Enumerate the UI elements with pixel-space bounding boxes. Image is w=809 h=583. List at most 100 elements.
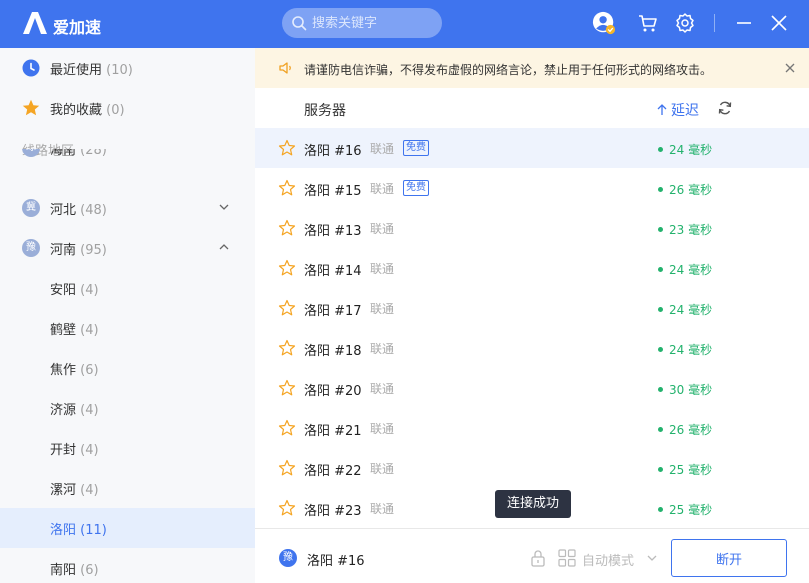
sidebar-city-luohe[interactable]: 漯河 (4) [0,468,255,508]
speaker-icon [279,62,291,74]
city-label: 开封 [50,443,77,458]
close-notice-icon[interactable] [785,63,795,73]
sidebar-item-count: (95) [80,243,107,258]
chevron-down-icon[interactable] [647,554,657,562]
sidebar-item-henan[interactable]: 豫 河南 (95) [0,228,255,268]
city-count: (6) [80,563,99,578]
server-isp: 联通 [370,342,395,356]
city-label: 南阳 [50,563,77,578]
server-name: 洛阳 #22 [304,464,362,479]
app-name: 爱加速 [53,18,102,37]
favorite-star-icon[interactable] [278,179,296,197]
city-count: (4) [80,443,99,458]
sort-latency-button[interactable]: 延迟 [657,100,699,120]
lock-icon[interactable] [530,549,546,567]
server-isp: 联通 [370,382,395,396]
sidebar-item-label: 最近使用 [50,63,103,78]
avatar-icon[interactable] [592,11,616,35]
favorite-star-icon[interactable] [278,139,296,157]
server-isp: 联通 [370,142,395,156]
favorite-star-icon[interactable] [278,219,296,237]
latency-value: 26 毫秒 [669,183,713,197]
favorite-star-icon[interactable] [278,419,296,437]
search-input[interactable] [312,14,432,32]
city-count: (4) [80,283,99,298]
chevron-down-icon[interactable] [219,202,229,212]
mode-select[interactable]: 自动模式 [582,550,634,569]
notice-banner: 请谨防电信诈骗，不得发布虚假的网络言论，禁止用于任何形式的网络攻击。 [255,48,809,88]
server-row[interactable]: 洛阳 #13 联通 23 毫秒 [255,208,809,248]
city-count: (4) [80,403,99,418]
grid-icon [558,549,576,567]
disconnect-button[interactable]: 断开 [671,539,787,577]
favorite-star-icon[interactable] [278,339,296,357]
server-panel: 请谨防电信诈骗，不得发布虚假的网络言论，禁止用于任何形式的网络攻击。 服务器 延… [255,48,809,583]
refresh-icon[interactable] [717,100,733,116]
latency-value: 24 毫秒 [669,143,713,157]
sidebar-city-anyang[interactable]: 安阳 (4) [0,268,255,308]
minimize-icon[interactable] [732,11,756,35]
sidebar-item-recent[interactable]: 最近使用 (10) [0,48,255,88]
server-isp: 联通 [370,262,395,276]
city-label: 焦作 [50,363,77,378]
server-name: 洛阳 #14 [304,264,362,279]
sidebar-city-jiyuan[interactable]: 济源 (4) [0,388,255,428]
cart-icon[interactable] [636,11,660,35]
list-header: 服务器 延迟 [255,88,809,128]
server-row[interactable]: 洛阳 #15 联通 免费 26 毫秒 [255,168,809,208]
city-label: 济源 [50,403,77,418]
latency-value: 25 毫秒 [669,463,713,477]
arrow-up-icon [657,104,667,115]
city-label: 洛阳 [50,523,77,538]
server-row[interactable]: 洛阳 #16 联通 免费 24 毫秒 [255,128,809,168]
status-dot [658,227,663,232]
sort-label: 延迟 [671,103,699,119]
server-name: 洛阳 #18 [304,344,362,359]
city-label: 漯河 [50,483,77,498]
sidebar-city-hebi[interactable]: 鹤壁 (4) [0,308,255,348]
favorite-star-icon[interactable] [278,459,296,477]
close-icon[interactable] [767,11,791,35]
sidebar-item-hebei[interactable]: 冀 河北 (48) [0,188,255,228]
city-count: (11) [80,523,107,538]
server-row[interactable]: 洛阳 #21 联通 26 毫秒 [255,408,809,448]
server-row[interactable]: 洛阳 #18 联通 24 毫秒 [255,328,809,368]
city-label: 鹤壁 [50,323,77,338]
gear-icon[interactable] [673,11,697,35]
city-count: (4) [80,483,99,498]
server-latency: 24 毫秒 [658,301,712,318]
connection-bar: 豫 洛阳 #16 自动模式 断开 [255,528,809,583]
status-dot [658,347,663,352]
server-row[interactable]: 洛阳 #17 联通 24 毫秒 [255,288,809,328]
server-latency: 25 毫秒 [658,501,712,518]
favorite-star-icon[interactable] [278,499,296,517]
sidebar-city-nanyang[interactable]: 南阳 (6) [0,548,255,583]
latency-value: 24 毫秒 [669,303,713,317]
favorite-star-icon[interactable] [278,299,296,317]
server-row[interactable]: 洛阳 #20 联通 30 毫秒 [255,368,809,408]
sidebar-item-label: 海南 [50,149,77,158]
server-isp: 联通 [370,302,395,316]
current-server: 洛阳 #16 [307,554,365,569]
sidebar: 最近使用 (10) 我的收藏 (0) 线路地区 琼 海南 (28) 冀 河北 (… [0,48,255,583]
server-row[interactable]: 洛阳 #14 联通 24 毫秒 [255,248,809,288]
server-name: 洛阳 #23 [304,504,362,519]
favorite-star-icon[interactable] [278,259,296,277]
favorite-star-icon[interactable] [278,379,296,397]
search-box[interactable] [282,8,442,38]
sidebar-city-kaifeng[interactable]: 开封 (4) [0,428,255,468]
province-badge: 琼 [22,149,40,157]
sidebar-item-favorites[interactable]: 我的收藏 (0) [0,88,255,128]
chevron-up-icon[interactable] [219,242,229,252]
sidebar-city-luoyang[interactable]: 洛阳 (11) [0,508,255,548]
server-latency: 30 毫秒 [658,381,712,398]
titlebar-divider [714,14,715,32]
sidebar-item-label: 我的收藏 [50,103,103,118]
latency-value: 25 毫秒 [669,503,713,517]
title-bar: 爱加速 [0,0,809,48]
server-row[interactable]: 洛阳 #22 联通 25 毫秒 [255,448,809,488]
status-dot [658,467,663,472]
clock-icon [22,59,40,77]
app-logo-icon [23,12,47,34]
sidebar-city-jiaozuo[interactable]: 焦作 (6) [0,348,255,388]
